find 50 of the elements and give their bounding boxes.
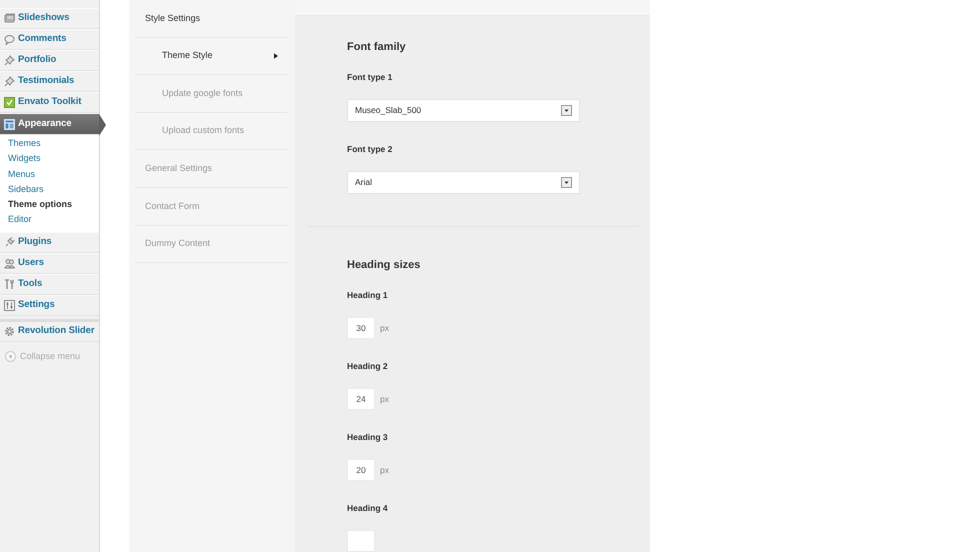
left-arrow-circle-icon — [5, 351, 16, 362]
options-nav-item[interactable]: Style Settings — [135, 0, 288, 38]
pushpin-icon — [4, 55, 15, 66]
font-select[interactable]: Museo_Slab_500 — [347, 99, 580, 122]
plug-icon — [4, 236, 15, 248]
layout-icon — [4, 118, 15, 130]
submenu-item[interactable]: Widgets — [0, 151, 99, 167]
users-icon — [4, 258, 15, 269]
unit-label: px — [380, 392, 389, 406]
admin-menu-item[interactable]: Portfolio — [0, 50, 99, 71]
unit-label: px — [380, 322, 389, 334]
slides-icon — [4, 13, 15, 24]
admin-menu-item[interactable]: Comments — [0, 29, 99, 50]
submenu-item[interactable]: Theme options — [0, 197, 99, 212]
checkbox-icon — [4, 97, 15, 108]
unit-label: px — [380, 464, 389, 476]
field-label: Font type 1 — [347, 72, 394, 83]
options-nav-subitem[interactable]: Upload custom fonts — [135, 112, 288, 150]
right-triangle-icon — [274, 52, 278, 59]
options-nav-subitem[interactable]: Theme Style — [135, 38, 288, 76]
size-input[interactable]: 30 — [347, 317, 375, 339]
tools-icon — [4, 278, 15, 290]
submenu-item[interactable]: Menus — [0, 166, 99, 182]
submenu-item[interactable]: Themes — [0, 136, 99, 152]
admin-menu-item[interactable]: Plugins — [0, 232, 99, 253]
field-label: Heading 1 — [347, 290, 389, 301]
section-heading: Font family — [347, 41, 407, 54]
options-nav-subitem[interactable]: Update google fonts — [135, 75, 288, 113]
admin-menu-item[interactable]: Slideshows — [0, 8, 99, 29]
admin-menu-item[interactable]: Testimonials — [0, 71, 99, 92]
pushpin-icon — [4, 76, 15, 87]
field-label: Heading 3 — [347, 432, 389, 443]
options-nav-item[interactable]: Contact Form — [135, 188, 288, 226]
field-label: Heading 4 — [347, 503, 389, 514]
field-label: Font type 2 — [347, 144, 394, 155]
size-input[interactable]: 24 — [347, 388, 375, 410]
admin-menu-item[interactable]: Settings — [0, 294, 99, 316]
field-label: Heading 2 — [347, 361, 389, 372]
admin-menu-item[interactable]: Users — [0, 252, 99, 274]
speech-bubble-icon — [4, 34, 15, 45]
options-nav-item[interactable]: General Settings — [135, 150, 288, 188]
gear-icon — [4, 326, 15, 337]
options-nav-item[interactable]: Dummy Content — [135, 226, 288, 264]
font-select[interactable]: Arial — [347, 171, 580, 194]
section-heading: Heading sizes — [347, 259, 422, 272]
size-input[interactable]: 20 — [347, 459, 375, 481]
submenu-item[interactable]: Sidebars — [0, 182, 99, 198]
sliders-icon — [4, 300, 15, 311]
submenu-item[interactable]: Editor — [0, 212, 99, 228]
admin-menu-item[interactable]: Tools — [0, 274, 99, 295]
